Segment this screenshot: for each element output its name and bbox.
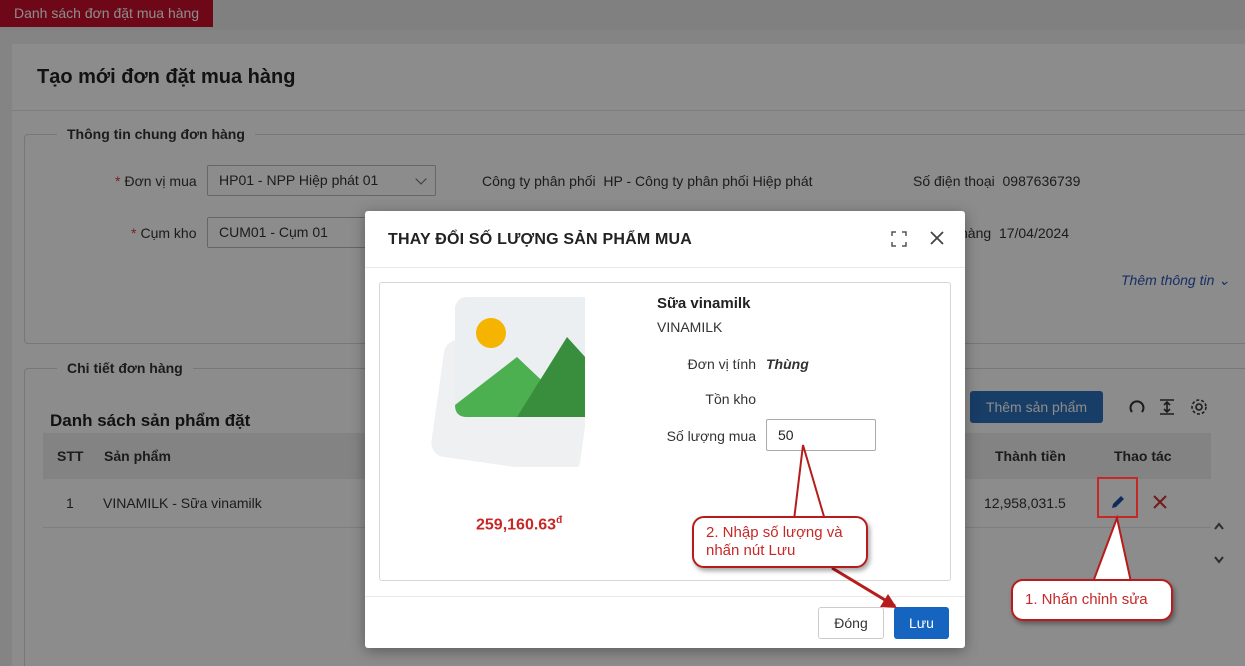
close-button[interactable]: Đóng [818, 607, 884, 639]
modal-header: THAY ĐỔI SỐ LƯỢNG SẢN PHẨM MUA [365, 211, 965, 268]
save-button[interactable]: Lưu [894, 607, 949, 639]
change-quantity-modal: THAY ĐỔI SỐ LƯỢNG SẢN PHẨM MUA 259,160.6… [365, 211, 965, 648]
product-price: 259,160.63đ [476, 515, 563, 534]
callout-step-2-line-1: 2. Nhập số lượng và [706, 524, 843, 541]
image-placeholder-icon [431, 297, 585, 467]
quantity-label: Số lượng mua [666, 428, 756, 444]
stock-label: Tồn kho [705, 391, 756, 407]
callout-step-1: 1. Nhấn chỉnh sửa [1011, 579, 1173, 621]
quantity-input[interactable] [766, 419, 876, 451]
product-name: Sữa vinamilk [657, 295, 751, 312]
unit-label: Đơn vị tính [687, 356, 756, 372]
callout-step-2: 2. Nhập số lượng và nhấn nút Lưu [692, 516, 868, 568]
modal-title: THAY ĐỔI SỐ LƯỢNG SẢN PHẨM MUA [388, 231, 693, 248]
close-icon[interactable] [928, 229, 946, 247]
modal-footer-divider [365, 596, 965, 597]
unit-value: Thùng [766, 356, 809, 372]
callout-step-2-line-2: nhấn nút Lưu [706, 542, 796, 559]
product-brand: VINAMILK [657, 319, 723, 335]
fullscreen-icon[interactable] [890, 230, 908, 248]
edit-highlight-box [1097, 477, 1138, 518]
